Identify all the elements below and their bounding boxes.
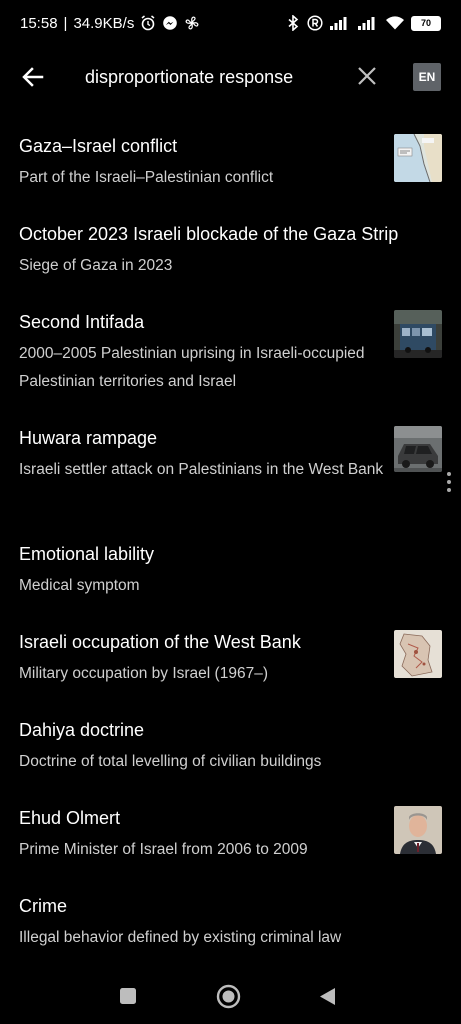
- result-description: Medical symptom: [19, 577, 140, 594]
- messenger-icon: [163, 16, 178, 30]
- result-title: Ehud Olmert: [19, 808, 121, 828]
- result-title: Second Intifada: [19, 312, 145, 332]
- map-thumbnail: [394, 134, 442, 182]
- result-description: Israeli settler attack on Palestinians i…: [19, 461, 384, 478]
- network-speed: 34.9KB/s: [73, 14, 135, 32]
- result-title: October 2023 Israeli blockade of the Gaz…: [19, 224, 399, 244]
- recents-button[interactable]: [119, 987, 137, 1005]
- result-description: Illegal behavior defined by existing cri…: [19, 929, 342, 946]
- status-bar: 15:58 | 34.9KB/s 70: [0, 0, 461, 46]
- separator: |: [63, 14, 68, 32]
- language-label: EN: [418, 70, 436, 84]
- battery-icon: 70: [411, 15, 441, 31]
- clock: 15:58: [20, 14, 58, 32]
- result-item[interactable]: Huwara rampage Israeli settler attack on…: [0, 422, 461, 538]
- dot-icon: [447, 488, 451, 492]
- map-thumbnail: [394, 630, 442, 678]
- language-button[interactable]: EN: [413, 63, 441, 91]
- result-title: Dahiya doctrine: [19, 720, 145, 740]
- scroll-handle[interactable]: [446, 472, 452, 492]
- battery-level: 70: [420, 18, 431, 28]
- result-description: Prime Minister of Israel from 2006 to 20…: [19, 841, 308, 858]
- result-description: Part of the Israeli–Palestinian conflict: [19, 169, 274, 186]
- search-input[interactable]: disproportionate response: [85, 67, 293, 88]
- navigation-bar: [0, 970, 461, 1024]
- dot-icon: [447, 480, 451, 484]
- wifi-icon: [386, 16, 404, 30]
- status-left: 15:58 | 34.9KB/s: [20, 15, 200, 32]
- result-item[interactable]: Second Intifada 2000–2005 Palestinian up…: [0, 306, 461, 422]
- result-description: Doctrine of total levelling of civilian …: [19, 753, 322, 770]
- result-title: Huwara rampage: [19, 428, 158, 448]
- alarm-icon: [141, 15, 155, 31]
- result-item[interactable]: October 2023 Israeli blockade of the Gaz…: [0, 218, 461, 306]
- burned-car-thumbnail: [394, 426, 442, 472]
- result-item[interactable]: Emotional lability Medical symptom: [0, 538, 461, 626]
- bus-photo-thumbnail: [394, 310, 442, 358]
- result-description: Military occupation by Israel (1967–): [19, 665, 268, 682]
- fan-icon: [185, 16, 199, 30]
- close-icon[interactable]: [356, 65, 378, 87]
- portrait-thumbnail: [394, 806, 442, 854]
- home-button[interactable]: [216, 984, 241, 1009]
- back-button[interactable]: [318, 986, 338, 1007]
- result-item[interactable]: Dahiya doctrine Doctrine of total levell…: [0, 714, 461, 802]
- result-item[interactable]: Ehud Olmert Prime Minister of Israel fro…: [0, 802, 461, 890]
- result-item[interactable]: Gaza–Israel conflict Part of the Israeli…: [0, 130, 461, 218]
- result-description: Siege of Gaza in 2023: [19, 257, 173, 274]
- search-bar: disproportionate response EN: [0, 56, 461, 100]
- registered-icon: [307, 15, 323, 31]
- back-arrow-icon[interactable]: [20, 64, 46, 90]
- signal-icon: [330, 17, 347, 30]
- result-title: Israeli occupation of the West Bank: [19, 632, 301, 652]
- signal-icon-2: [358, 17, 375, 30]
- search-results: Gaza–Israel conflict Part of the Israeli…: [0, 130, 461, 978]
- result-title: Gaza–Israel conflict: [19, 136, 178, 156]
- result-title: Crime: [19, 896, 67, 916]
- result-description: 2000–2005 Palestinian uprising in Israel…: [19, 345, 365, 390]
- result-item[interactable]: Israeli occupation of the West Bank Mili…: [0, 626, 461, 714]
- status-right: 70: [285, 15, 441, 31]
- result-item[interactable]: Crime Illegal behavior defined by existi…: [0, 890, 461, 978]
- dot-icon: [447, 472, 451, 476]
- bluetooth-icon: [288, 15, 299, 31]
- result-title: Emotional lability: [19, 544, 155, 564]
